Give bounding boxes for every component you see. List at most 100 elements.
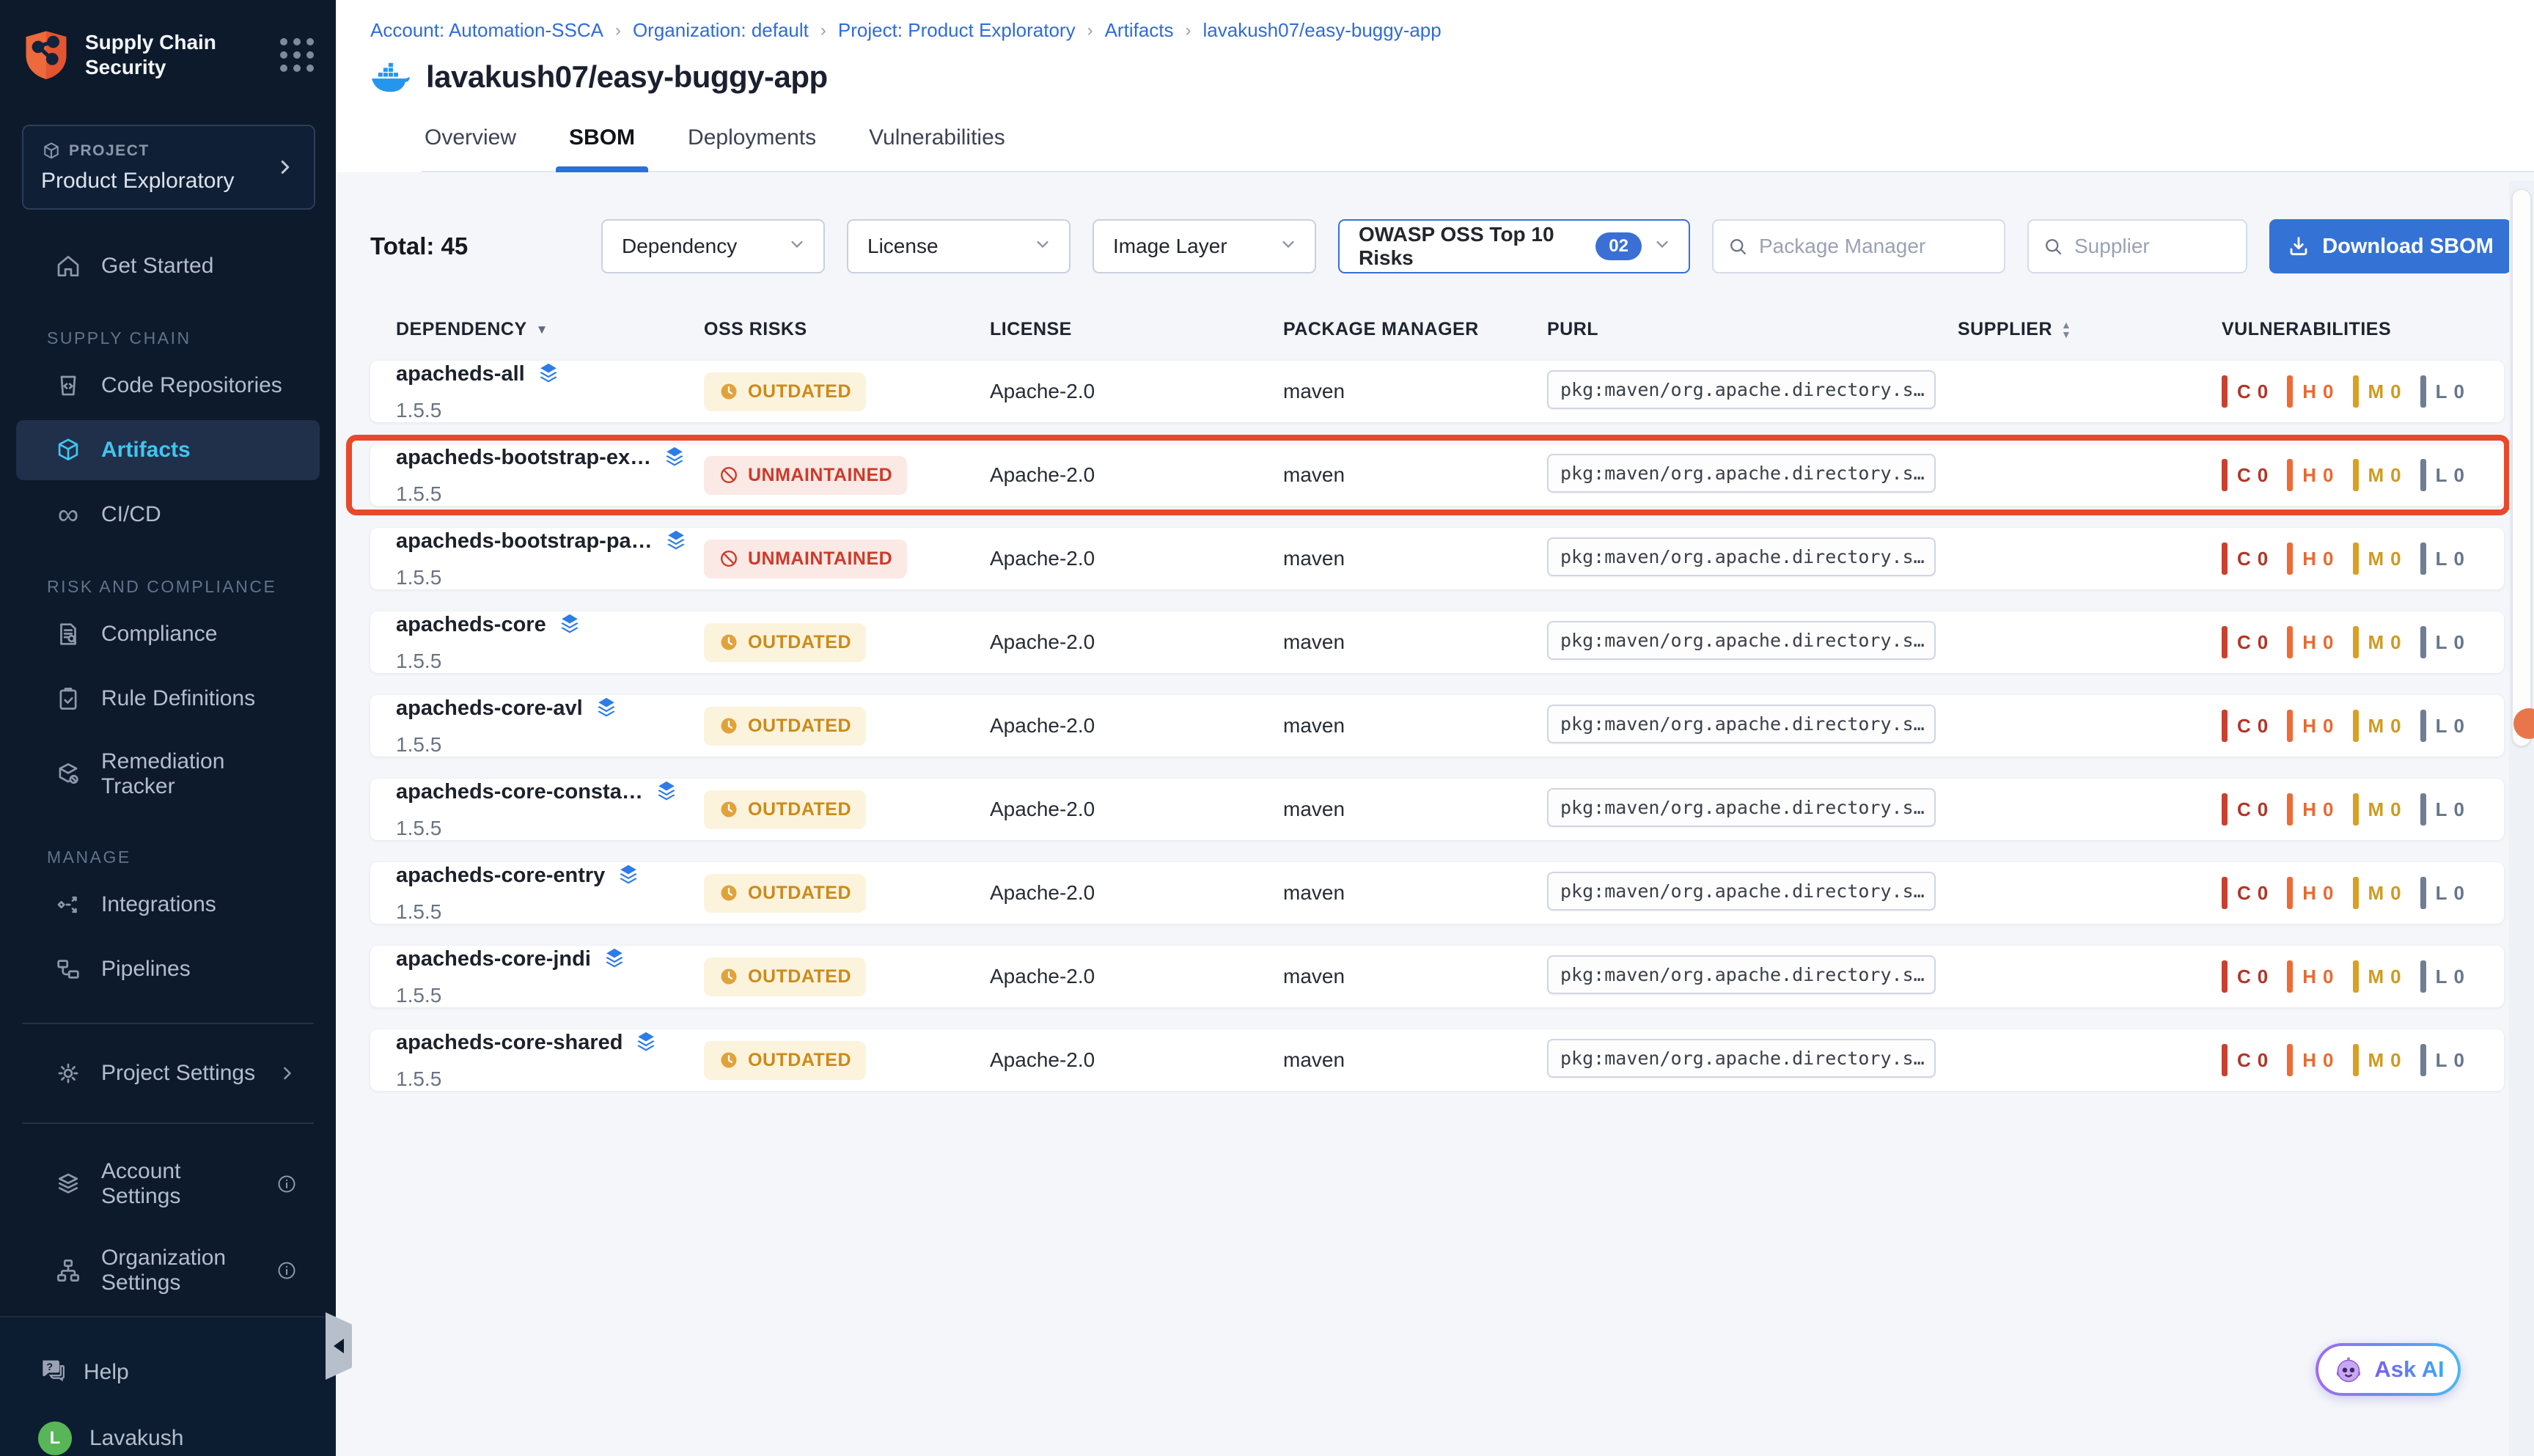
- project-selector[interactable]: PROJECT Product Exploratory: [22, 125, 315, 210]
- purl-value[interactable]: pkg:maven/org.apache.directory.s…: [1547, 788, 1936, 827]
- module-grid-icon[interactable]: [280, 38, 314, 72]
- dependency-cell: apacheds-bootstrap-pa… 1.5.5: [396, 528, 704, 589]
- sidebar-item-get-started[interactable]: Get Started: [16, 236, 320, 296]
- vuln-letter: H: [2302, 798, 2316, 821]
- package-manager-input[interactable]: [1759, 235, 1991, 258]
- sidebar-item-integrations[interactable]: Integrations: [16, 875, 320, 935]
- tab-vulnerabilities[interactable]: Vulnerabilities: [866, 121, 1008, 171]
- column-header-dependency[interactable]: DEPENDENCY▼: [396, 319, 704, 340]
- sidebar-item-organization-settings[interactable]: Organization Settings: [16, 1229, 320, 1312]
- purl-value[interactable]: pkg:maven/org.apache.directory.s…: [1547, 955, 1936, 994]
- content-area: Total: 45 DependencyLicenseImage Layer O…: [336, 172, 2534, 1456]
- help-item[interactable]: ? Help: [0, 1339, 336, 1405]
- dependency-dropdown[interactable]: Dependency: [601, 219, 825, 273]
- info-icon[interactable]: [276, 1173, 298, 1195]
- scrollbar-thumb[interactable]: [2512, 189, 2531, 746]
- vuln-severity-bar-icon: [2420, 877, 2426, 909]
- sidebar-item-remediation-tracker[interactable]: Remediation Tracker: [16, 733, 320, 815]
- sidebar-item-account-settings[interactable]: Account Settings: [16, 1143, 320, 1225]
- tab-overview[interactable]: Overview: [422, 121, 519, 171]
- table-row[interactable]: apacheds-core-shared 1.5.5 OUTDATED Apac…: [370, 1029, 2504, 1091]
- supplier-search: [2027, 219, 2247, 273]
- column-header-purl: PURL: [1547, 319, 1958, 340]
- sort-icon: ▲▼: [2061, 320, 2071, 339]
- dropdown-label: Image Layer: [1113, 235, 1268, 258]
- breadcrumb-link[interactable]: Organization: default: [633, 19, 809, 42]
- sidebar-item-code-repositories[interactable]: Code Repositories: [16, 356, 320, 416]
- vuln-count: 0: [2454, 464, 2464, 487]
- search-icon: [1727, 235, 1749, 257]
- vuln-letter: C: [2237, 715, 2251, 738]
- sidebar-item-compliance[interactable]: Compliance: [16, 604, 320, 664]
- purl-value[interactable]: pkg:maven/org.apache.directory.s…: [1547, 537, 1936, 576]
- vuln-severity-bar-icon: [2353, 793, 2359, 826]
- license-cell: Apache-2.0: [990, 463, 1283, 487]
- breadcrumb-link[interactable]: Account: Automation-SSCA: [370, 19, 603, 42]
- breadcrumb-link[interactable]: lavakush07/easy-buggy-app: [1203, 19, 1442, 42]
- breadcrumb-link[interactable]: Project: Product Exploratory: [838, 19, 1076, 42]
- vuln-severity-bar-icon: [2353, 543, 2359, 575]
- download-sbom-button[interactable]: Download SBOM: [2269, 219, 2511, 273]
- table-row[interactable]: apacheds-bootstrap-pa… 1.5.5 UNMAINTAINE…: [370, 528, 2504, 589]
- purl-value[interactable]: pkg:maven/org.apache.directory.s…: [1547, 872, 1936, 911]
- vulnerabilities-cell: C0H0M0L0: [2222, 710, 2504, 742]
- package-manager-cell: maven: [1283, 463, 1547, 487]
- ask-ai-button[interactable]: Ask AI: [2316, 1343, 2461, 1396]
- app-root: Supply Chain Security PROJECT Product Ex…: [0, 0, 2534, 1456]
- sidebar-item-artifacts[interactable]: Artifacts: [16, 420, 320, 480]
- vuln-count: 0: [2323, 882, 2333, 905]
- vuln-count: 0: [2390, 631, 2401, 654]
- tab-sbom[interactable]: SBOM: [566, 121, 638, 171]
- vulnerabilities-cell: C0H0M0L0: [2222, 375, 2504, 408]
- table-row[interactable]: apacheds-all 1.5.5 OUTDATED Apache-2.0 m…: [370, 361, 2504, 422]
- vuln-count: 0: [2454, 548, 2464, 570]
- purl-value[interactable]: pkg:maven/org.apache.directory.s…: [1547, 370, 1936, 409]
- layers-icon: [601, 946, 628, 972]
- table-row[interactable]: apacheds-core-avl 1.5.5 OUTDATED Apache-…: [370, 695, 2504, 757]
- sidebar-header: Supply Chain Security: [0, 0, 336, 101]
- sidebar-item-rule-definitions[interactable]: Rule Definitions: [16, 669, 320, 729]
- download-icon: [2287, 235, 2310, 258]
- license-dropdown[interactable]: License: [847, 219, 1070, 273]
- vuln-count: 0: [2390, 715, 2401, 738]
- table-row[interactable]: apacheds-bootstrap-ex… 1.5.5 UNMAINTAINE…: [370, 444, 2504, 506]
- breadcrumb-link[interactable]: Artifacts: [1105, 19, 1174, 42]
- dependency-name: apacheds-core-shared: [396, 1031, 623, 1055]
- oss-risk-badge: UNMAINTAINED: [704, 540, 907, 578]
- table-row[interactable]: apacheds-core-entry 1.5.5 OUTDATED Apach…: [370, 862, 2504, 924]
- sort-desc-icon: ▼: [536, 323, 548, 337]
- image-layer-dropdown[interactable]: Image Layer: [1092, 219, 1316, 273]
- purl-cell: pkg:maven/org.apache.directory.s…: [1547, 1039, 1958, 1081]
- purl-value[interactable]: pkg:maven/org.apache.directory.s…: [1547, 705, 1936, 743]
- vuln-severity-bar-icon: [2222, 710, 2228, 742]
- license-cell: Apache-2.0: [990, 380, 1283, 403]
- code-repo-icon: [54, 372, 82, 400]
- sidebar-item-ci-cd[interactable]: ∞CI/CD: [16, 485, 320, 545]
- vuln-severity-bar-icon: [2287, 543, 2293, 575]
- owasp-risks-dropdown[interactable]: OWASP OSS Top 10 Risks 02: [1338, 219, 1690, 273]
- vuln-severity-bar-icon: [2222, 626, 2228, 658]
- user-menu[interactable]: L Lavakush: [0, 1405, 336, 1456]
- vuln-severity-bar-icon: [2222, 543, 2228, 575]
- purl-cell: pkg:maven/org.apache.directory.s…: [1547, 705, 1958, 747]
- info-icon[interactable]: [276, 1260, 298, 1282]
- purl-cell: pkg:maven/org.apache.directory.s…: [1547, 454, 1958, 496]
- purl-value[interactable]: pkg:maven/org.apache.directory.s…: [1547, 1039, 1936, 1078]
- layers-icon: [615, 862, 642, 889]
- column-header-supplier[interactable]: SUPPLIER▲▼: [1958, 319, 2222, 340]
- tab-deployments[interactable]: Deployments: [685, 121, 819, 171]
- vuln-low-chip: L0: [2420, 375, 2464, 408]
- vuln-letter: H: [2302, 464, 2316, 487]
- purl-value[interactable]: pkg:maven/org.apache.directory.s…: [1547, 621, 1936, 660]
- supplier-input[interactable]: [2074, 235, 2233, 258]
- sidebar-item-project-settings[interactable]: Project Settings: [16, 1043, 320, 1103]
- vuln-high-chip: H0: [2287, 877, 2333, 909]
- vuln-medium-chip: M0: [2353, 1044, 2401, 1076]
- vuln-severity-bar-icon: [2353, 459, 2359, 491]
- table-row[interactable]: apacheds-core-consta… 1.5.5 OUTDATED Apa…: [370, 779, 2504, 840]
- purl-value[interactable]: pkg:maven/org.apache.directory.s…: [1547, 454, 1936, 493]
- table-row[interactable]: apacheds-core-jndi 1.5.5 OUTDATED Apache…: [370, 946, 2504, 1007]
- sidebar-item-pipelines[interactable]: Pipelines: [16, 939, 320, 999]
- table-row[interactable]: apacheds-core 1.5.5 OUTDATED Apache-2.0 …: [370, 611, 2504, 673]
- oss-risk-cell: UNMAINTAINED: [704, 540, 990, 578]
